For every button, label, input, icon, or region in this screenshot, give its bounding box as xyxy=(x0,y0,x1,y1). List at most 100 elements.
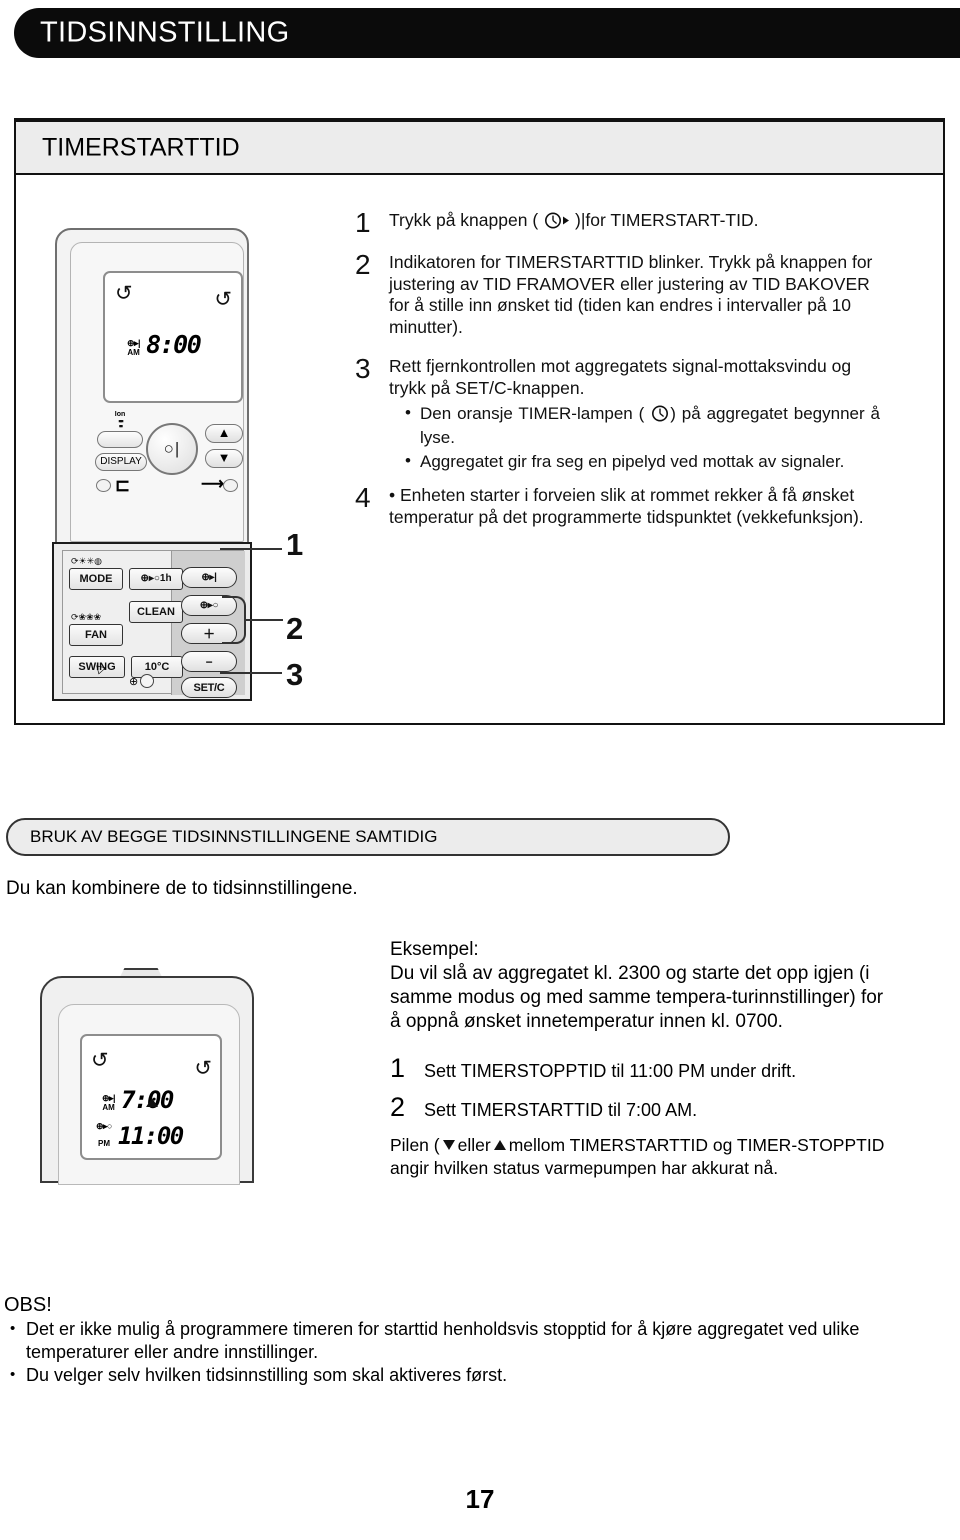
page-title: TIDSINNSTILLING xyxy=(40,16,290,49)
swirl-icon-left: ↺ xyxy=(115,281,133,305)
remote2-shell: ↺ ↺ ⊕▸| AM 7:00 ⊕▸○ PM 11:00 xyxy=(40,976,254,1185)
callout-bracket-2 xyxy=(222,596,246,644)
clock-icon: ⊕ xyxy=(129,675,139,688)
example-step-1-number: 1 xyxy=(390,1053,406,1083)
remote-shell: ↺ ↺ ⊕▸| AM 8:00 Ion ▪▪▪ ▪▪ DISPLAY ○| ▲ ▼ xyxy=(55,228,249,550)
arrow-status-note: Pilen (eller mellom TIMERSTARTTID og TIME… xyxy=(390,1134,890,1180)
power-button[interactable]: ○| xyxy=(146,423,198,475)
time-backward-button[interactable]: − xyxy=(181,651,237,672)
lcd-row-timer-stop: ⊕▸○ PM 11:00 xyxy=(96,1121,184,1150)
timer-1h-button[interactable]: ⊕▸○1h xyxy=(129,568,183,590)
subsection-title: TIMERSTARTTID xyxy=(42,133,240,161)
step-2-text: Indikatoren for TIMERSTARTTID blinker. T… xyxy=(389,252,873,337)
lcd-row-timer-start: ⊕▸| AM 7:00 xyxy=(102,1088,174,1113)
step-3-bullet-1-before: Den oransje TIMER-lampen ( xyxy=(420,404,645,423)
step-1-text: Trykk på knappen ( )|for TIMERSTART-TID. xyxy=(389,210,880,235)
page-number: 17 xyxy=(465,1484,495,1514)
up-triangle-icon xyxy=(146,1098,158,1107)
callout-number-3: 3 xyxy=(286,657,304,692)
example-step-1: 1 Sett TIMERSTOPPTID til 11:00 PM under … xyxy=(390,1053,890,1083)
callout-leader-3 xyxy=(220,672,282,674)
indicator-dot-left xyxy=(96,479,111,492)
ion-button[interactable] xyxy=(97,431,143,448)
set-c-button[interactable]: SET/C xyxy=(181,677,237,698)
power-icon: ○| xyxy=(163,439,181,458)
ion-label: Ion xyxy=(114,411,126,418)
step-3-bullets: Den oransje TIMER-lampen ( ) på aggregat… xyxy=(389,402,880,472)
timer-start-symbol: ⊕▸| xyxy=(127,338,141,348)
temp-up-button[interactable]: ▲ xyxy=(205,424,243,443)
step-3-bullet-1: Den oransje TIMER-lampen ( ) på aggregat… xyxy=(405,402,880,448)
lcd-start-tag: ⊕▸| AM xyxy=(102,1093,116,1113)
lcd-time-value: 8:00 xyxy=(146,330,202,359)
display-button[interactable]: DISPLAY xyxy=(95,453,147,471)
remote2-lcd-display: ↺ ↺ ⊕▸| AM 7:00 ⊕▸○ PM 11:00 xyxy=(80,1034,222,1160)
fan-icons: ⟳❀❀❀ xyxy=(71,612,102,622)
notes-title: OBS! xyxy=(4,1294,52,1316)
section2-lead-text: Du kan kombinere de to tidsinnstillingen… xyxy=(6,878,358,899)
step-3-text: Rett fjernkontrollen mot aggregatets sig… xyxy=(389,356,852,398)
lcd-stop-meridiem: PM xyxy=(98,1139,110,1148)
example-step-1-text: Sett TIMERSTOPPTID til 11:00 PM under dr… xyxy=(424,1061,797,1081)
indicator-dot-right xyxy=(223,479,238,492)
arc-icon: ⟶ xyxy=(201,476,224,493)
fan-button[interactable]: FAN xyxy=(69,624,123,646)
callout-leader-1 xyxy=(220,548,282,550)
step-1: 1 Trykk på knappen ( )|for TIMERSTART-TI… xyxy=(355,207,880,238)
step-1-text-before: Trykk på knappen ( xyxy=(389,210,539,230)
callout-number-1: 1 xyxy=(286,527,304,562)
remote-signal-icon: ⊏ xyxy=(115,475,130,495)
down-triangle-icon xyxy=(442,1140,455,1150)
callout-number-2: 2 xyxy=(286,611,304,646)
temp-down-button[interactable]: ▼ xyxy=(205,449,243,468)
arrow-note-before: Pilen ( xyxy=(390,1135,440,1155)
timer-start-icon xyxy=(544,212,574,235)
notes-item-1: Det er ikke mulig å programmere timeren … xyxy=(4,1317,954,1364)
up-triangle-icon xyxy=(493,1140,506,1150)
instruction-steps: 1 Trykk på knappen ( )|for TIMERSTART-TI… xyxy=(355,207,880,535)
example-step-2-number: 2 xyxy=(390,1092,406,1122)
timer-start-symbol: ⊕▸| xyxy=(102,1093,116,1103)
lcd-timer-start-row: ⊕▸| AM 8:00 xyxy=(127,330,202,359)
page-header-bar: TIDSINNSTILLING xyxy=(14,8,960,58)
timer-indicator-group: ⊕ xyxy=(129,674,155,688)
step-2: 2 Indikatoren for TIMERSTARTTID blinker.… xyxy=(355,249,880,338)
example-title: Eksempel: xyxy=(390,939,479,960)
lcd-stop-tag: ⊕▸○ PM xyxy=(96,1121,113,1149)
remote-control-figure-2: ↺ ↺ ⊕▸| AM 7:00 ⊕▸○ PM 11:00 xyxy=(40,968,254,1185)
example-step-2-text: Sett TIMERSTARTTID til 7:00 AM. xyxy=(424,1100,698,1120)
lcd-timer-start-tag: ⊕▸| AM xyxy=(127,338,141,358)
lcd-stop-time: 11:00 xyxy=(118,1122,184,1150)
section2-header-pill: BRUK AV BEGGE TIDSINNSTILLINGENE SAMTIDI… xyxy=(6,818,730,856)
remote-lower-inner: ⟳☀✳◍ MODE ⊕▸○1h CLEAN ⟳❀❀❀ FAN SWING ▷ 1… xyxy=(62,550,245,698)
remote-lcd-display: ↺ ↺ ⊕▸| AM 8:00 xyxy=(103,271,243,403)
example-step-2: 2 Sett TIMERSTARTTID til 7:00 AM. xyxy=(390,1092,890,1122)
notes-item-2: Du velger selv hvilken tidsinnstilling s… xyxy=(4,1363,954,1387)
example-block: Eksempel: Du vil slå av aggregatet kl. 2… xyxy=(390,938,890,1180)
swirl-icon-right: ↺ xyxy=(214,287,232,311)
timer-stop-symbol: ⊕▸○ xyxy=(96,1121,113,1131)
ion-dots-icon: ▪▪▪ ▪▪ xyxy=(118,419,124,429)
swirl-icon-left: ↺ xyxy=(91,1048,109,1072)
timer-lamp-circle xyxy=(140,674,155,688)
mode-button[interactable]: MODE xyxy=(69,568,123,590)
timer-start-button[interactable]: ⊕▸| xyxy=(181,567,237,588)
section2-title: BRUK AV BEGGE TIDSINNSTILLINGENE SAMTIDI… xyxy=(30,827,438,846)
step-2-number: 2 xyxy=(355,249,371,280)
step-1-text-after: )|for TIMERSTART-TID. xyxy=(575,210,759,230)
step-3-body: Rett fjernkontrollen mot aggregatets sig… xyxy=(389,356,880,475)
clock-icon xyxy=(651,405,669,427)
step-4-text: • Enheten starter i forveien slik at rom… xyxy=(389,485,864,527)
clean-button[interactable]: CLEAN xyxy=(129,601,183,623)
callout-leader-2 xyxy=(245,619,283,621)
notes-block: OBS! Det er ikke mulig å programmere tim… xyxy=(4,1292,954,1387)
subsection-header: TIMERSTARTTID xyxy=(14,120,945,175)
step-1-number: 1 xyxy=(355,207,371,238)
example-text: Du vil slå av aggregatet kl. 2300 og sta… xyxy=(390,963,884,1032)
lcd-meridiem: AM xyxy=(127,348,140,357)
arrow-note-mid: eller xyxy=(457,1135,491,1155)
mode-icons: ⟳☀✳◍ xyxy=(71,556,103,566)
step-4-number: 4 xyxy=(355,482,371,513)
swirl-icon-right: ↺ xyxy=(194,1056,212,1080)
remote-inner-panel: ↺ ↺ ⊕▸| AM 8:00 Ion ▪▪▪ ▪▪ DISPLAY ○| ▲ ▼ xyxy=(70,242,244,542)
